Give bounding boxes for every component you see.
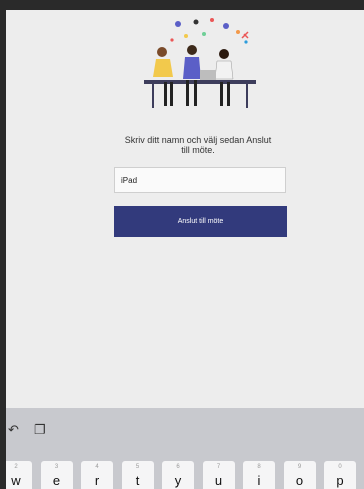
- key-e[interactable]: 3e: [40, 461, 73, 489]
- key-alt-label: 0: [338, 464, 342, 470]
- name-input[interactable]: [114, 167, 286, 193]
- key-label: o: [295, 473, 304, 488]
- key-r[interactable]: 4r: [81, 461, 113, 489]
- key-label: u: [214, 473, 223, 488]
- key-alt-label: 4: [95, 464, 99, 470]
- join-meeting-button[interactable]: Anslut till möte: [114, 206, 287, 237]
- key-label: e: [52, 473, 61, 488]
- key-w[interactable]: 2w: [6, 461, 32, 489]
- key-o[interactable]: 9o: [283, 461, 316, 489]
- key-i[interactable]: 8i: [243, 461, 275, 489]
- keyboard-toolbar: ↶ ❐: [6, 422, 364, 442]
- paste-icon[interactable]: ❐: [34, 422, 46, 438]
- key-alt-label: 8: [257, 464, 261, 470]
- key-label: y: [174, 473, 182, 488]
- join-instructions: Skriv ditt namn och välj sedan Anslut ti…: [106, 135, 290, 155]
- key-label: i: [257, 473, 261, 488]
- join-instructions-line-1: Skriv ditt namn och välj sedan Anslut: [124, 135, 272, 145]
- key-t[interactable]: 5t: [121, 461, 154, 489]
- undo-icon[interactable]: ↶: [8, 422, 19, 438]
- key-label: p: [336, 473, 344, 488]
- key-label: w: [11, 473, 21, 488]
- key-label: t: [135, 473, 140, 488]
- key-alt-label: 7: [216, 464, 221, 470]
- key-alt-label: 5: [135, 464, 140, 470]
- screen: Skriv ditt namn och välj sedan Anslut ti…: [6, 10, 364, 489]
- key-alt-label: 2: [14, 464, 18, 470]
- meeting-illustration: [144, 18, 256, 108]
- key-alt-label: 3: [54, 464, 59, 470]
- key-alt-label: 6: [176, 464, 180, 470]
- join-instructions-line-2: till möte.: [181, 145, 215, 155]
- key-u[interactable]: 7u: [202, 461, 235, 489]
- key-label: r: [94, 473, 100, 488]
- onscreen-keyboard: ↶ ❐ 2w3e4r5t6y7u8i9o0på: [6, 408, 364, 489]
- key-y[interactable]: 6y: [162, 461, 194, 489]
- key-p[interactable]: 0p: [324, 461, 356, 489]
- key-alt-label: 9: [297, 464, 302, 470]
